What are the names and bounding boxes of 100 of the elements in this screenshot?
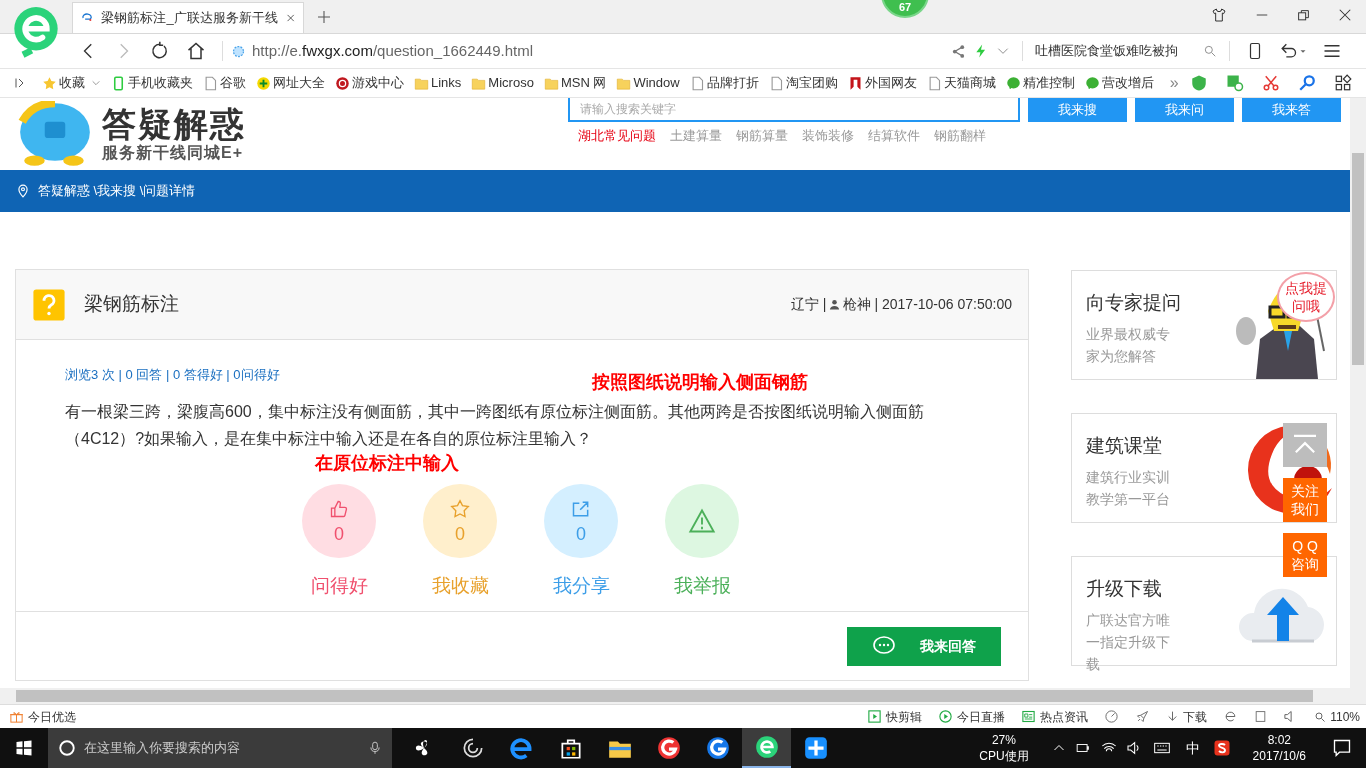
news-icon <box>1021 709 1037 724</box>
search-icon <box>1203 44 1217 58</box>
star-icon <box>42 75 57 91</box>
action-label: 我收藏 <box>431 574 489 598</box>
cpu-meter: 27% CPU使用 <box>979 732 1029 764</box>
bookmark-item[interactable]: 营改增后 <box>1084 73 1154 93</box>
apps-icon[interactable] <box>1334 74 1352 92</box>
skin-icon[interactable] <box>1211 7 1227 23</box>
bookmark-item[interactable]: Links <box>414 73 462 93</box>
action-label: 我分享 <box>552 574 610 598</box>
zoom-button[interactable]: 110% <box>1314 707 1360 726</box>
game-icon <box>335 75 350 91</box>
logo-subtitle: 服务新干线同城E+ <box>102 145 244 161</box>
status-item[interactable]: 热点资讯 <box>1021 707 1089 726</box>
taskbar-search-field[interactable]: 在这里输入你要搜索的内容 <box>48 728 392 768</box>
bookmark-item[interactable]: Window <box>616 73 680 93</box>
page-icon <box>203 75 218 91</box>
card-title: 建筑课堂 <box>1086 434 1163 458</box>
sidebar-toggle-icon[interactable] <box>14 76 26 90</box>
phone-icon <box>111 75 126 91</box>
taskbar-app[interactable] <box>742 728 791 768</box>
star-icon <box>450 499 470 519</box>
key-icon[interactable] <box>1298 74 1316 92</box>
speech-bubble: 点我提问哦 <box>1277 272 1335 322</box>
bookmark-item[interactable]: 天猫商城 <box>926 73 996 93</box>
bookmark-item[interactable]: 游戏中心 <box>335 73 404 93</box>
card-subtitle: 广联达官方唯一指定升级下载 <box>1086 611 1171 674</box>
undo-icon[interactable] <box>1278 41 1308 61</box>
bookmark-item[interactable]: 收藏 <box>42 73 101 93</box>
shield-icon[interactable] <box>1190 74 1208 92</box>
thumbs-up-icon <box>329 499 349 519</box>
action-label: 我举报 <box>673 574 731 598</box>
bookmark-item[interactable]: 精准控制 <box>1005 73 1075 93</box>
question-body: 有一根梁三跨，梁腹高600，集中标注没有侧面筋，其中一跨图纸有原位标注侧面筋。其他两跨是否按图纸说明输入侧面筋（4C12）?如果输入，是在集中标注中输入还是在各自的原位标注里输入？ <box>65 402 925 449</box>
folder-icon <box>471 75 487 91</box>
location-text: 辽宁 | <box>790 295 827 314</box>
promo-card[interactable]: 向专家提问 业界最权威专家为您解答 点我提问哦 <box>1071 270 1337 380</box>
scrollbar[interactable] <box>0 688 1366 704</box>
logo-title: 答疑解惑 <box>102 107 246 141</box>
scissors-icon[interactable] <box>1262 74 1280 92</box>
page-icon <box>926 75 942 91</box>
plus-icon <box>256 75 271 91</box>
speed-icon[interactable] <box>1104 709 1120 724</box>
bookmark-item[interactable]: 网址大全 <box>256 73 325 93</box>
bookmark-item[interactable]: MSN 网 <box>543 73 607 93</box>
more-bookmarks-button[interactable]: » <box>1169 71 1179 95</box>
browser-logo-icon <box>753 734 780 760</box>
window-icon[interactable] <box>1254 710 1268 723</box>
address-field[interactable]: http://e.fwxgx.com/question_1662449.html <box>231 39 951 63</box>
cortana-icon <box>58 739 76 757</box>
notification-badge: 67 <box>881 0 929 18</box>
restore-icon[interactable] <box>1297 8 1310 22</box>
clock[interactable]: 8:02 2017/10/6 <box>1252 732 1306 764</box>
folder-icon <box>543 75 559 91</box>
gift-icon <box>9 709 24 724</box>
rocket-icon[interactable] <box>1135 709 1151 724</box>
ie-icon[interactable] <box>1223 709 1239 724</box>
card-title: 升级下载 <box>1086 577 1163 601</box>
category-link[interactable]: 湖北常见问题 <box>578 126 656 146</box>
bookmark-item[interactable]: 谷歌 <box>203 73 246 93</box>
bookmark-item[interactable]: 品牌打折 <box>689 73 759 93</box>
card-subtitle: 业界最权威专家为您解答 <box>1086 325 1171 366</box>
home-icon[interactable] <box>186 41 206 61</box>
annotation-text: 在原位标注中输入 <box>315 452 460 474</box>
search-icon <box>1314 710 1327 723</box>
close-icon[interactable] <box>1338 8 1352 22</box>
speaker-icon[interactable] <box>1125 740 1142 756</box>
folder-icon <box>414 75 429 91</box>
translate-icon[interactable] <box>1226 74 1244 92</box>
folder-icon <box>616 75 632 91</box>
download-button[interactable]: 下载 <box>1166 707 1208 726</box>
bookmark-item[interactable]: 淘宝团购 <box>768 73 838 93</box>
microphone-icon <box>368 740 382 756</box>
location-pin-icon <box>16 183 30 199</box>
video-icon <box>867 709 883 724</box>
status-item[interactable]: 今日优选 <box>9 707 76 726</box>
chat-icon <box>1084 75 1100 91</box>
refresh-icon[interactable] <box>149 41 169 61</box>
share-icon <box>571 499 591 519</box>
sogou-icon[interactable] <box>1212 739 1231 757</box>
status-item[interactable]: 快剪辑 <box>867 707 923 726</box>
card-title: 向专家提问 <box>1086 291 1182 315</box>
question-title: 梁钢筋标注 <box>84 292 179 317</box>
status-item[interactable]: 今日直播 <box>938 707 1006 726</box>
menu-icon[interactable] <box>1322 42 1342 60</box>
play-icon <box>938 709 954 724</box>
tab-title: 梁钢筋标注_广联达服务新干线 <box>101 9 278 28</box>
action-label: 问得好 <box>310 574 368 598</box>
browser-tab[interactable]: 梁钢筋标注_广联达服务新干线 <box>72 2 304 33</box>
bookmark-item[interactable]: 手机收藏夹 <box>111 73 193 93</box>
breadcrumb[interactable]: 答疑解惑 \我来搜 \问题详情 <box>38 181 196 201</box>
scrollbar[interactable] <box>1350 98 1366 688</box>
share-icon[interactable] <box>951 43 966 59</box>
page-icon <box>689 75 705 91</box>
input-method-indicator[interactable]: 中 <box>1185 737 1200 759</box>
plus-app-icon <box>802 735 829 761</box>
chat-icon <box>1005 75 1021 91</box>
bookmark-item[interactable]: 外国网友 <box>847 73 917 93</box>
search-field[interactable]: 吐槽医院食堂饭难吃被拘 <box>1035 41 1217 61</box>
bookmark-item[interactable]: Microso <box>471 73 534 93</box>
